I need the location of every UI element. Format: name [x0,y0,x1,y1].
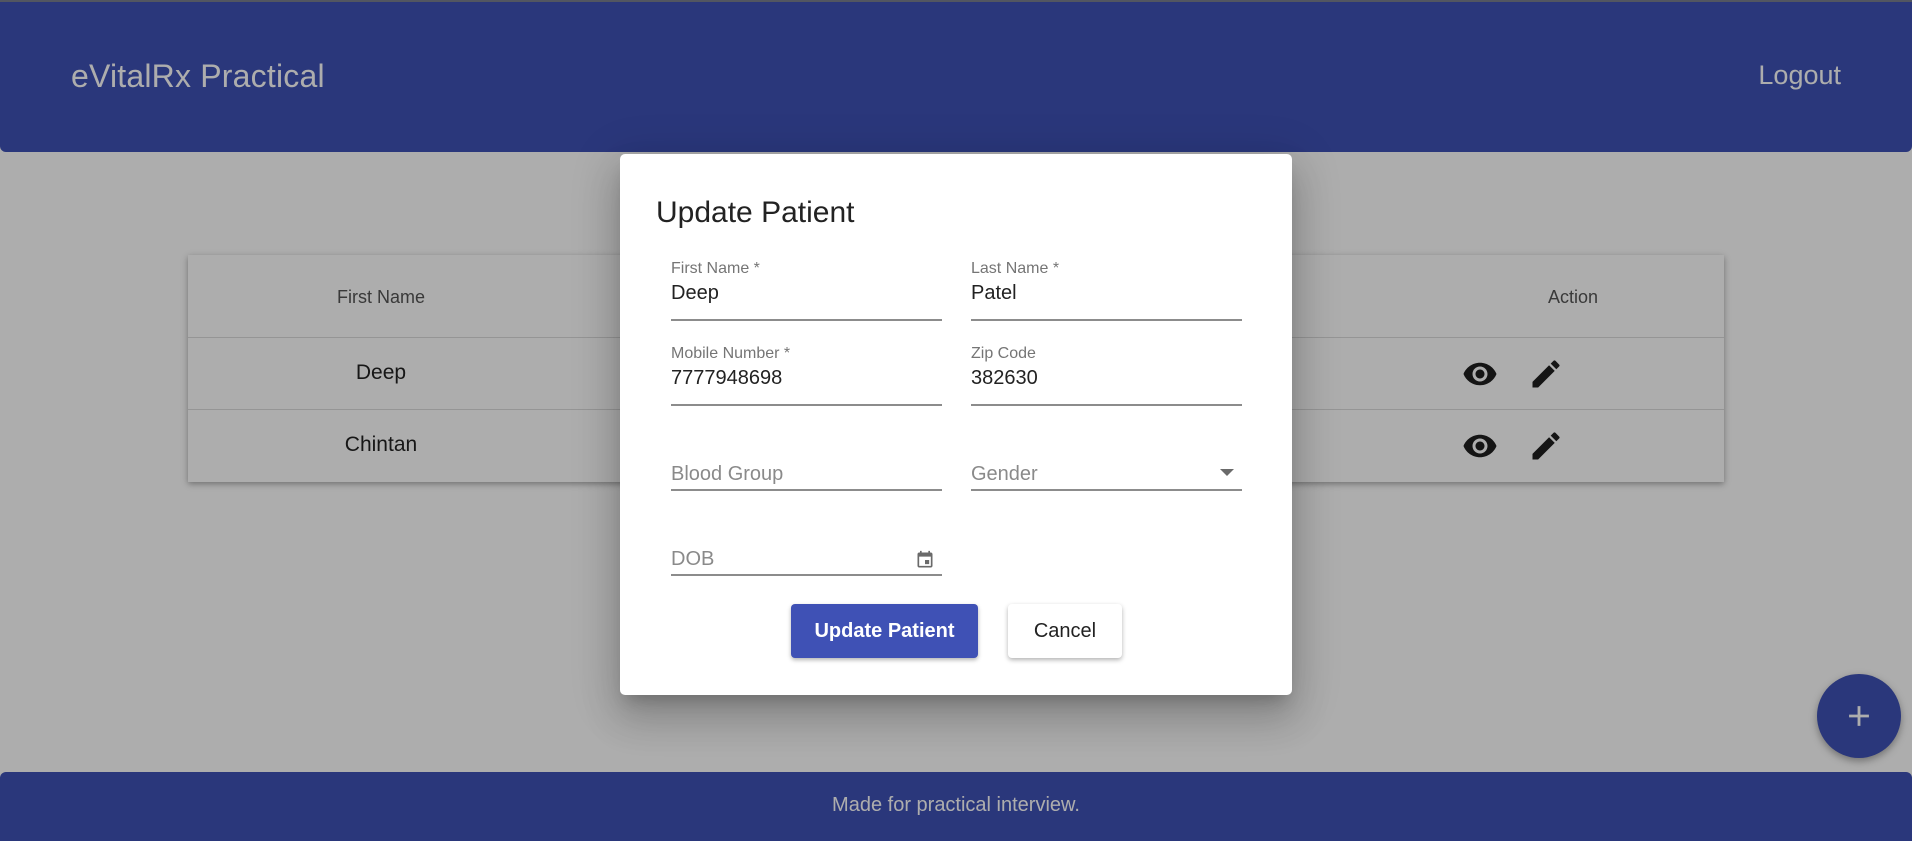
dialog-title: Update Patient [656,196,855,229]
dob-field[interactable]: DOB [671,515,942,585]
dob-placeholder: DOB [671,548,715,570]
zip-code-input[interactable] [971,367,1242,390]
field-underline [671,319,942,321]
last-name-input[interactable] [971,282,1242,305]
last-name-field[interactable]: Last Name * [971,260,1242,330]
field-underline [671,574,942,576]
field-underline [971,489,1242,491]
mobile-number-field[interactable]: Mobile Number * [671,345,942,415]
mobile-number-label: Mobile Number * [671,345,791,362]
field-underline [971,319,1242,321]
gender-placeholder: Gender [971,463,1038,485]
mobile-number-input[interactable] [671,367,942,390]
update-patient-button[interactable]: Update Patient [791,604,978,658]
last-name-label: Last Name * [971,260,1060,277]
zip-code-label: Zip Code [971,345,1036,362]
first-name-input[interactable] [671,282,942,305]
zip-code-field[interactable]: Zip Code [971,345,1242,415]
blood-group-field[interactable]: Blood Group [671,430,942,500]
gender-select[interactable]: Gender [971,430,1242,500]
chevron-down-icon[interactable] [1220,469,1234,476]
first-name-label: First Name * [671,260,760,277]
blood-group-placeholder: Blood Group [671,463,784,485]
calendar-icon[interactable] [914,549,936,571]
update-patient-dialog: Update Patient First Name * Last Name * … [620,154,1292,695]
first-name-field[interactable]: First Name * [671,260,942,330]
field-underline [971,404,1242,406]
field-underline [671,404,942,406]
field-underline [671,489,942,491]
cancel-button[interactable]: Cancel [1008,604,1122,658]
